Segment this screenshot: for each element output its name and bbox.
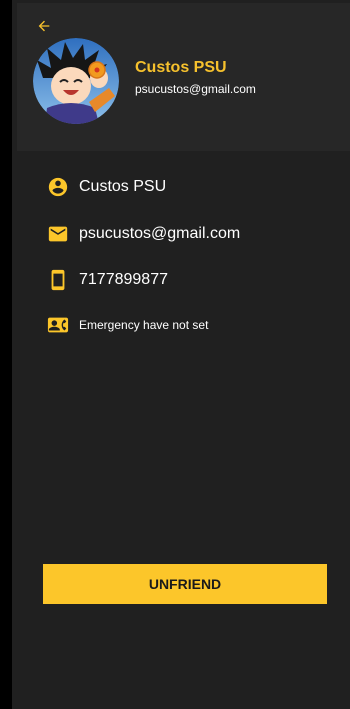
email-icon: [46, 222, 70, 246]
detail-row-phone: 7177899877: [46, 268, 168, 292]
detail-phone-value: 7177899877: [79, 271, 168, 288]
detail-row-name: Custos PSU: [46, 175, 166, 199]
profile-screen: Custos PSU psucustos@gmail.com Custos PS…: [0, 0, 350, 709]
account-circle-icon: [46, 175, 70, 199]
emergency-contact-icon: [46, 313, 70, 337]
arrow-back-icon: [38, 20, 50, 32]
profile-name: Custos PSU: [135, 59, 227, 76]
detail-emergency-value: Emergency have not set: [79, 318, 209, 332]
phone-icon: [46, 268, 70, 292]
back-button[interactable]: [34, 16, 54, 36]
detail-row-emergency: Emergency have not set: [46, 313, 208, 337]
profile-email: psucustos@gmail.com: [135, 82, 256, 96]
unfriend-button[interactable]: UNFRIEND: [43, 564, 327, 604]
avatar: [33, 38, 119, 124]
detail-name-value: Custos PSU: [79, 178, 167, 195]
detail-row-email: psucustos@gmail.com: [46, 222, 240, 246]
detail-email-value: psucustos@gmail.com: [79, 225, 241, 242]
